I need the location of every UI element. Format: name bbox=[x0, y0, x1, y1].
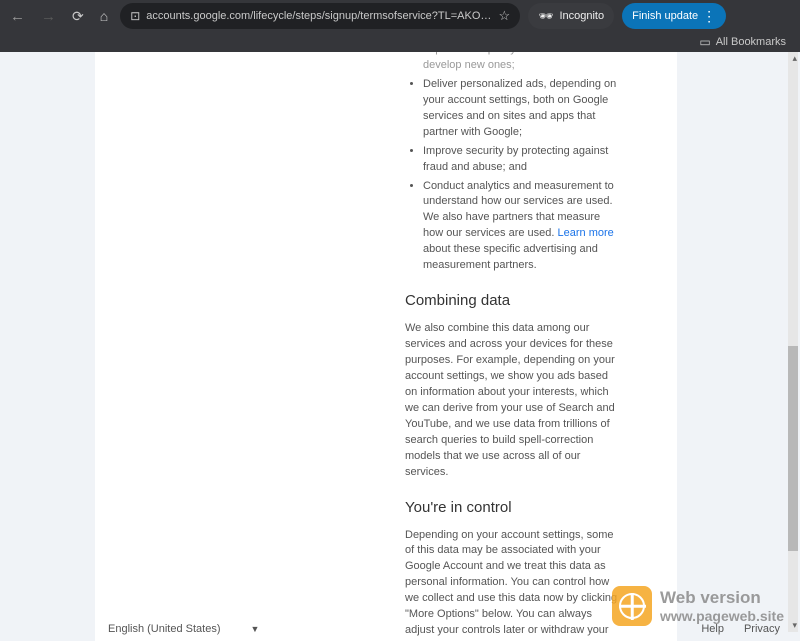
all-bookmarks-link[interactable]: All Bookmarks bbox=[716, 36, 786, 48]
browser-toolbar: ← → ⟳ ⌂ ⊡ accounts.google.com/lifecycle/… bbox=[0, 0, 800, 32]
scrollbar-thumb[interactable] bbox=[788, 346, 798, 551]
watermark-title: Web version bbox=[660, 588, 784, 608]
paragraph-combining: We also combine this data among our serv… bbox=[405, 321, 621, 480]
terms-bullet: Improve the quality of our services and … bbox=[423, 52, 621, 74]
forward-button[interactable]: → bbox=[37, 8, 60, 25]
scroll-up-arrow[interactable]: ▴ bbox=[792, 53, 797, 64]
learn-more-link[interactable]: Learn more bbox=[558, 227, 614, 239]
reload-button[interactable]: ⟳ bbox=[68, 8, 88, 25]
folder-icon: ▭ bbox=[699, 35, 710, 49]
site-info-icon[interactable]: ⊡ bbox=[130, 9, 140, 23]
heading-control: You're in control bbox=[405, 499, 621, 516]
incognito-icon: 🕶 bbox=[538, 9, 553, 23]
globe-icon bbox=[612, 586, 652, 626]
page-content: Improve the quality of our services and … bbox=[0, 52, 800, 641]
scrollbar-track[interactable]: ▴ ▾ bbox=[788, 52, 798, 632]
watermark-url: www.pageweb.site bbox=[660, 608, 784, 624]
terms-bullet: Conduct analytics and measurement to und… bbox=[423, 179, 621, 275]
bookmarks-bar: ▭ All Bookmarks bbox=[0, 32, 800, 52]
bookmark-star-icon[interactable]: ☆ bbox=[499, 8, 511, 24]
address-bar[interactable]: ⊡ accounts.google.com/lifecycle/steps/si… bbox=[120, 3, 520, 29]
incognito-label: Incognito bbox=[559, 10, 604, 22]
heading-combining: Combining data bbox=[405, 292, 621, 309]
browser-chrome: ← → ⟳ ⌂ ⊡ accounts.google.com/lifecycle/… bbox=[0, 0, 800, 52]
watermark: Web version www.pageweb.site bbox=[612, 586, 784, 626]
terms-content: Improve the quality of our services and … bbox=[373, 52, 653, 641]
home-button[interactable]: ⌂ bbox=[96, 8, 112, 24]
signup-card: Improve the quality of our services and … bbox=[95, 52, 677, 641]
terms-list: Improve the quality of our services and … bbox=[405, 52, 621, 274]
back-button[interactable]: ← bbox=[6, 8, 29, 25]
terms-bullet: Improve security by protecting against f… bbox=[423, 144, 621, 176]
scroll-down-arrow[interactable]: ▾ bbox=[792, 620, 797, 631]
finish-update-button[interactable]: Finish update ⋮ bbox=[622, 3, 726, 29]
menu-dots-icon: ⋮ bbox=[702, 8, 716, 25]
dropdown-arrow-icon: ▼ bbox=[251, 624, 260, 634]
incognito-indicator[interactable]: 🕶 Incognito bbox=[528, 3, 614, 29]
url-text: accounts.google.com/lifecycle/steps/sign… bbox=[146, 10, 492, 22]
language-selector[interactable]: English (United States) ▼ bbox=[108, 623, 259, 635]
terms-bullet: Deliver personalized ads, depending on y… bbox=[423, 77, 621, 141]
